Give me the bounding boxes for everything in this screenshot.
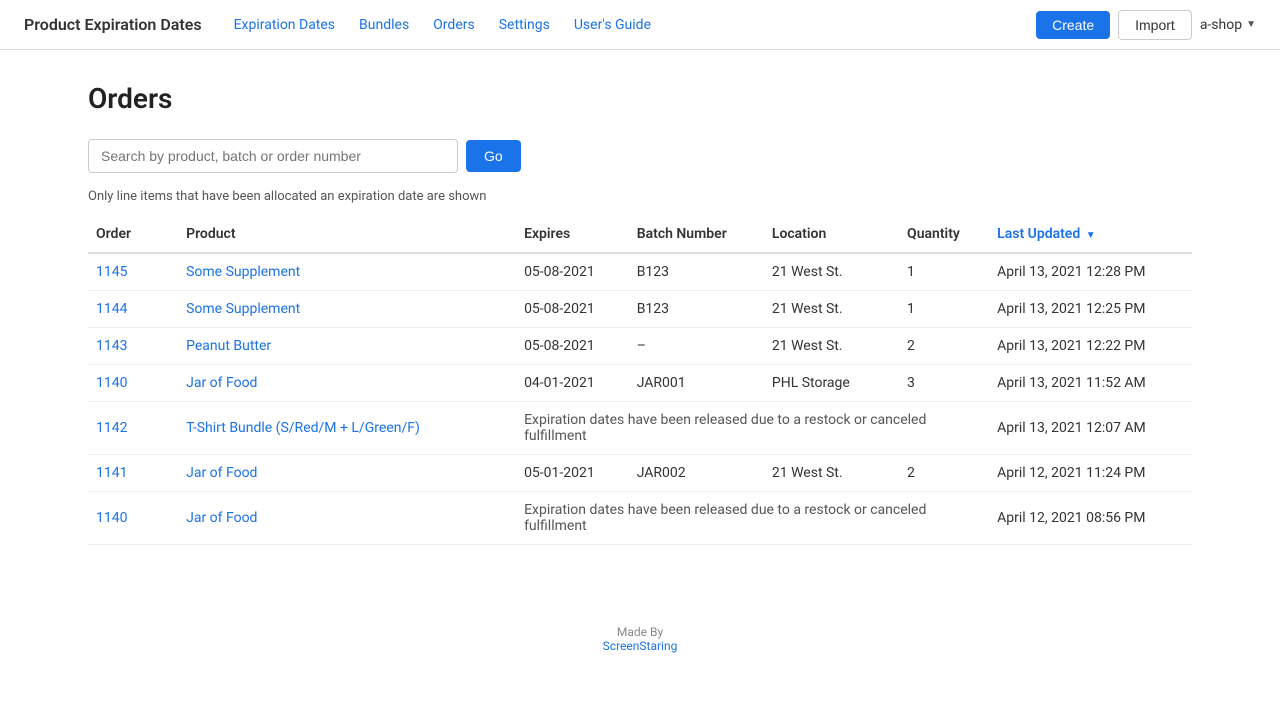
cell-order: 1145 [88, 253, 178, 291]
table-row: 1140 Jar of Food 04-01-2021 JAR001 PHL S… [88, 365, 1192, 402]
app-title: Product Expiration Dates [24, 15, 202, 34]
order-link[interactable]: 1144 [96, 301, 127, 317]
col-header-order: Order [88, 216, 178, 253]
cell-location: 21 West St. [764, 291, 899, 328]
table-row: 1141 Jar of Food 05-01-2021 JAR002 21 We… [88, 455, 1192, 492]
order-link[interactable]: 1145 [96, 264, 127, 280]
col-header-batch-number: Batch Number [629, 216, 764, 253]
chevron-down-icon: ▼ [1246, 19, 1256, 30]
product-link[interactable]: Some Supplement [186, 301, 300, 317]
shop-dropdown[interactable]: a-shop ▼ [1200, 17, 1256, 33]
cell-order: 1140 [88, 492, 178, 545]
cell-last-updated: April 12, 2021 11:24 PM [989, 455, 1192, 492]
cell-batch-number: – [629, 328, 764, 365]
footer: Made By ScreenStaring [0, 625, 1280, 653]
cell-product: Jar of Food [178, 455, 516, 492]
table-row: 1143 Peanut Butter 05-08-2021 – 21 West … [88, 328, 1192, 365]
app-header: Product Expiration Dates Expiration Date… [0, 0, 1280, 50]
main-content: Orders Go Only line items that have been… [0, 50, 1280, 577]
product-link[interactable]: Jar of Food [186, 510, 257, 526]
cell-expires: 05-08-2021 [516, 291, 629, 328]
cell-message: Expiration dates have been released due … [516, 492, 989, 545]
info-text: Only line items that have been allocated… [88, 189, 1192, 204]
cell-last-updated: April 13, 2021 11:52 AM [989, 365, 1192, 402]
cell-location: 21 West St. [764, 253, 899, 291]
table-row: 1145 Some Supplement 05-08-2021 B123 21 … [88, 253, 1192, 291]
nav-bundles[interactable]: Bundles [359, 17, 409, 33]
cell-quantity: 2 [899, 455, 989, 492]
cell-expires: 05-08-2021 [516, 253, 629, 291]
page-title: Orders [88, 82, 1192, 115]
cell-quantity: 1 [899, 253, 989, 291]
table-row: 1142 T-Shirt Bundle (S/Red/M + L/Green/F… [88, 402, 1192, 455]
cell-message: Expiration dates have been released due … [516, 402, 989, 455]
cell-location: PHL Storage [764, 365, 899, 402]
order-link[interactable]: 1143 [96, 338, 127, 354]
product-link[interactable]: T-Shirt Bundle (S/Red/M + L/Green/F) [186, 420, 420, 436]
cell-last-updated: April 13, 2021 12:28 PM [989, 253, 1192, 291]
order-link[interactable]: 1142 [96, 420, 127, 436]
main-nav: Expiration Dates Bundles Orders Settings… [234, 17, 1037, 33]
order-link[interactable]: 1140 [96, 510, 127, 526]
search-row: Go [88, 139, 1192, 173]
cell-product: Some Supplement [178, 253, 516, 291]
cell-expires: 05-08-2021 [516, 328, 629, 365]
col-header-expires: Expires [516, 216, 629, 253]
col-header-last-updated[interactable]: Last Updated ▼ [989, 216, 1192, 253]
shop-name: a-shop [1200, 17, 1242, 33]
cell-location: 21 West St. [764, 455, 899, 492]
create-button[interactable]: Create [1036, 11, 1110, 39]
cell-quantity: 3 [899, 365, 989, 402]
cell-order: 1144 [88, 291, 178, 328]
cell-last-updated: April 13, 2021 12:22 PM [989, 328, 1192, 365]
nav-expiration-dates[interactable]: Expiration Dates [234, 17, 335, 33]
nav-settings[interactable]: Settings [499, 17, 550, 33]
product-link[interactable]: Peanut Butter [186, 338, 271, 354]
col-header-product: Product [178, 216, 516, 253]
table-body: 1145 Some Supplement 05-08-2021 B123 21 … [88, 253, 1192, 545]
made-by-label: Made By [617, 625, 663, 639]
cell-order: 1143 [88, 328, 178, 365]
cell-quantity: 1 [899, 291, 989, 328]
col-header-location: Location [764, 216, 899, 253]
product-link[interactable]: Some Supplement [186, 264, 300, 280]
cell-batch-number: B123 [629, 253, 764, 291]
cell-product: T-Shirt Bundle (S/Red/M + L/Green/F) [178, 402, 516, 455]
cell-batch-number: JAR002 [629, 455, 764, 492]
cell-location: 21 West St. [764, 328, 899, 365]
order-link[interactable]: 1141 [96, 465, 127, 481]
cell-batch-number: JAR001 [629, 365, 764, 402]
cell-order: 1140 [88, 365, 178, 402]
table-row: 1144 Some Supplement 05-08-2021 B123 21 … [88, 291, 1192, 328]
cell-product: Peanut Butter [178, 328, 516, 365]
cell-product: Some Supplement [178, 291, 516, 328]
cell-order: 1142 [88, 402, 178, 455]
nav-users-guide[interactable]: User's Guide [574, 17, 651, 33]
import-button[interactable]: Import [1118, 10, 1192, 40]
last-updated-sort-link[interactable]: Last Updated ▼ [997, 226, 1095, 242]
cell-quantity: 2 [899, 328, 989, 365]
company-link[interactable]: ScreenStaring [603, 639, 678, 653]
cell-product: Jar of Food [178, 492, 516, 545]
table-row: 1140 Jar of Food Expiration dates have b… [88, 492, 1192, 545]
cell-last-updated: April 13, 2021 12:07 AM [989, 402, 1192, 455]
go-button[interactable]: Go [466, 140, 521, 172]
cell-batch-number: B123 [629, 291, 764, 328]
product-link[interactable]: Jar of Food [186, 375, 257, 391]
nav-orders[interactable]: Orders [433, 17, 475, 33]
sort-desc-icon: ▼ [1086, 230, 1096, 241]
cell-last-updated: April 13, 2021 12:25 PM [989, 291, 1192, 328]
header-actions: Create Import a-shop ▼ [1036, 10, 1256, 40]
search-input[interactable] [88, 139, 458, 173]
cell-order: 1141 [88, 455, 178, 492]
col-header-quantity: Quantity [899, 216, 989, 253]
orders-table: Order Product Expires Batch Number Locat… [88, 216, 1192, 545]
cell-expires: 05-01-2021 [516, 455, 629, 492]
product-link[interactable]: Jar of Food [186, 465, 257, 481]
cell-product: Jar of Food [178, 365, 516, 402]
order-link[interactable]: 1140 [96, 375, 127, 391]
table-header-row: Order Product Expires Batch Number Locat… [88, 216, 1192, 253]
cell-last-updated: April 12, 2021 08:56 PM [989, 492, 1192, 545]
cell-expires: 04-01-2021 [516, 365, 629, 402]
